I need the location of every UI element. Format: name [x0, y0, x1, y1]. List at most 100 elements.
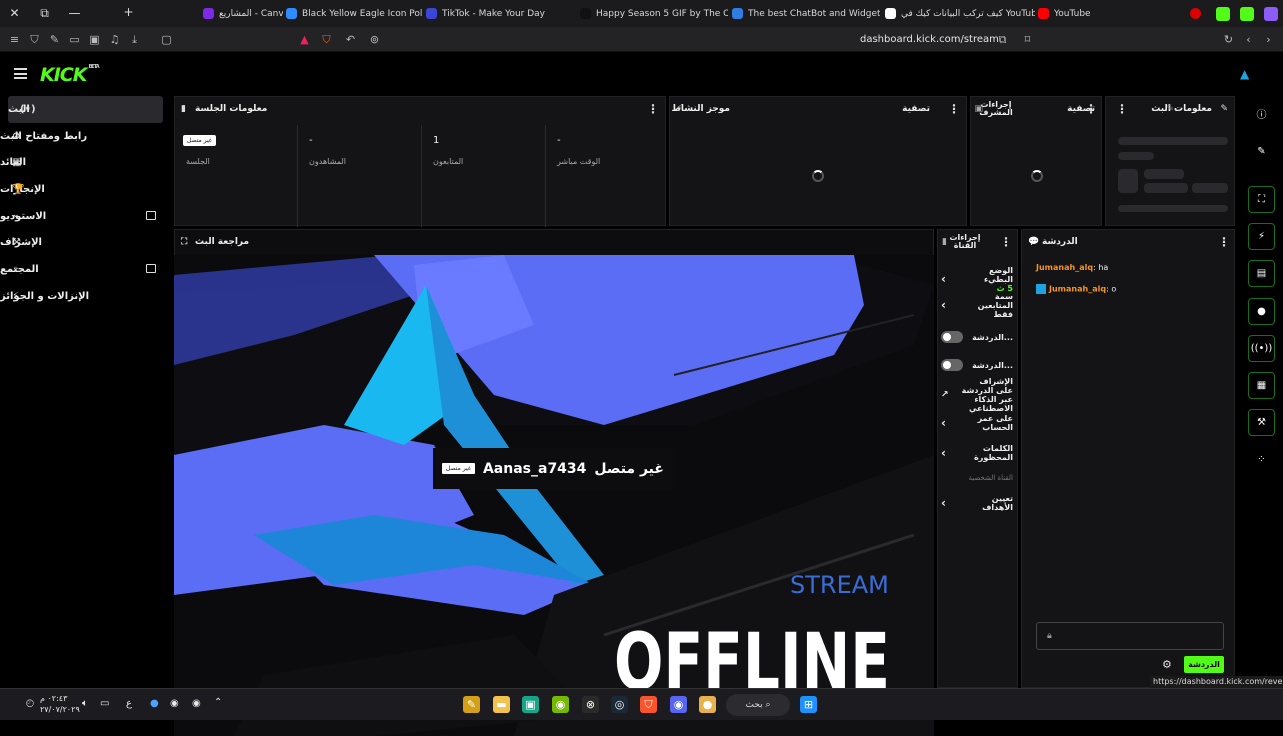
browser-tab[interactable]: المشاريع - Canva — [203, 5, 283, 22]
reload-icon[interactable]: ↻ — [1222, 33, 1235, 46]
new-tab-icon[interactable]: + — [114, 5, 143, 19]
app-icon-1[interactable]: ✎ — [463, 696, 480, 713]
channel-action-item[interactable]: ...الدردشة — [941, 358, 1013, 372]
brave-shield-icon[interactable]: ⛉ — [320, 33, 333, 46]
hamburger-menu-icon[interactable] — [14, 68, 27, 79]
more-options-icon[interactable]: ⋮ — [1000, 235, 1012, 249]
back-icon[interactable]: ↶ — [344, 33, 357, 46]
channel-action-item[interactable]: الوضع البطيء 5 ث › — [941, 266, 1013, 293]
channel-action-item[interactable]: على عمر الحساب › — [941, 414, 1013, 432]
discord-tray-icon[interactable]: ◉ — [170, 698, 179, 709]
more-options-icon[interactable]: ⋮ — [1218, 235, 1230, 249]
taskbar-search[interactable]: ⌕ بحث — [726, 694, 790, 716]
offline-badge: غير متصل — [183, 135, 216, 146]
share-nodes-icon[interactable]: ⁘ — [1248, 446, 1275, 473]
tab-grid-icon[interactable]: ⧉ — [30, 6, 59, 21]
address-bar[interactable]: dashboard.kick.com/stream — [860, 34, 999, 45]
brave-rewards-icon[interactable]: ▲ — [298, 33, 311, 46]
chat-username[interactable]: Jumanah_alq — [1036, 263, 1093, 272]
skeleton — [1118, 169, 1138, 193]
skeleton — [1118, 205, 1228, 212]
nav-back-icon[interactable]: ‹ — [1242, 33, 1255, 46]
discord-tray-icon-2[interactable]: ◉ — [192, 698, 201, 709]
vpn-icon[interactable]: ⊚ — [368, 33, 381, 46]
share-icon[interactable]: ⧉ — [996, 33, 1009, 46]
toggle-switch[interactable] — [941, 359, 963, 371]
minimize-icon[interactable]: — — [60, 6, 89, 20]
mic-icon[interactable]: ● — [150, 698, 159, 709]
more-options-icon[interactable]: ⋮ — [647, 102, 659, 116]
sidebar-item[interactable]: ⊘ رابط ومفتاح البث — [0, 123, 168, 150]
more-options-icon[interactable]: ⋮ — [948, 102, 960, 116]
browser-tab[interactable]: TikTok - Make Your Day — [426, 5, 546, 22]
more-options-icon[interactable]: ⋮ — [1085, 102, 1097, 116]
settings-gear-icon[interactable]: ⚙ — [1162, 658, 1172, 671]
chat-panel: 💬 الدردشة ⋮ 🔒︎ ⚙ الدردشة — [1021, 229, 1235, 688]
channel-action-item[interactable]: الكلمات المحظورة › — [941, 444, 1013, 462]
discord-icon[interactable]: ◉ — [670, 696, 687, 713]
bookmark-icon[interactable]: ⌑ — [1021, 33, 1034, 46]
language-indicator[interactable]: ع — [126, 698, 132, 709]
chat-username[interactable]: Jumanah_alq — [1049, 285, 1106, 294]
nav-forward-icon[interactable]: › — [1262, 33, 1275, 46]
tabs-icon[interactable]: ▭ — [68, 33, 81, 46]
youtube-icon[interactable] — [1190, 8, 1201, 19]
browser-tab[interactable]: Happy Season 5 GIF by The Office — [580, 5, 728, 22]
sidebar-item[interactable]: ▦ العائد — [0, 149, 168, 176]
wrench-icon[interactable]: ⚒ — [1248, 409, 1275, 436]
brave-browser-icon[interactable]: ⛉ — [640, 696, 657, 713]
layout-icon[interactable]: ▦ — [1248, 372, 1275, 399]
download-icon[interactable]: ⤓ — [128, 33, 141, 46]
file-explorer-icon[interactable]: ▬ — [493, 696, 510, 713]
channel-action-item[interactable]: سمة المتابعين فقط › — [941, 292, 1013, 319]
kick-extension-icon-2[interactable] — [1240, 7, 1254, 21]
browser-tab[interactable]: كيف تركب البيانات كيك في YouTube — [885, 5, 1035, 22]
edit-icon[interactable]: ✎ — [1166, 104, 1174, 114]
sidebar-item[interactable]: 🏆 الإنجازات — [0, 176, 168, 203]
lightning-icon[interactable]: ⚡ — [1248, 223, 1275, 250]
browser-tab[interactable]: The best ChatBot and Widgets for... — [732, 5, 880, 22]
channel-action-item[interactable]: تعيين الأهداف › — [941, 494, 1013, 512]
shield-icon[interactable]: ⛉ — [28, 33, 41, 46]
channel-action-item[interactable]: ...الدردشة — [941, 330, 1013, 344]
sidebar-item[interactable]: ⌄ الاستوديو — [0, 203, 168, 230]
steam-icon[interactable]: ◎ — [611, 696, 628, 713]
more-options-icon[interactable]: ⋮ — [1116, 102, 1128, 116]
broadcast-icon[interactable]: ((•)) — [1248, 335, 1275, 362]
channel-action-item[interactable]: الإشراف على الدردشة عبر الذكاء الاصطناعي… — [941, 377, 1013, 413]
chat-input[interactable]: 🔒︎ — [1036, 622, 1224, 650]
document-icon[interactable]: ▤ — [1248, 260, 1275, 287]
browser-tab[interactable]: YouTube — [1038, 5, 1100, 22]
extensions-icon[interactable]: ✎ — [48, 33, 61, 46]
xbox-icon[interactable]: ⊗ — [582, 696, 599, 713]
monitor-icon[interactable]: ▭ — [100, 698, 109, 709]
sidebar-item[interactable]: ⚡ الإنزالات و الجوائز — [0, 283, 168, 310]
chat-message: Jumanah_alq: ha — [1036, 263, 1109, 272]
filter-button[interactable]: تصفية — [902, 104, 930, 114]
profile-icon[interactable] — [1264, 7, 1278, 21]
browser-tab[interactable]: Black Yellow Eagle Icon Police Bu... — [286, 5, 422, 22]
screenshot-icon[interactable]: ▢ — [160, 33, 173, 46]
sidebar-item[interactable]: ⚒ الإشراف — [0, 229, 168, 256]
app-icon-3[interactable]: ▣ — [522, 696, 539, 713]
chat-bubble-icon[interactable]: ● — [1248, 298, 1275, 325]
close-window-icon[interactable]: ✕ — [0, 6, 29, 20]
music-icon[interactable]: ♫ — [108, 33, 121, 46]
sidebar-icon[interactable]: ▣ — [88, 33, 101, 46]
volume-icon[interactable]: 🔈︎ — [82, 698, 88, 709]
app-icon-9[interactable]: ● — [699, 696, 716, 713]
send-chat-button[interactable]: الدردشة — [1184, 656, 1224, 673]
screen-icon[interactable]: ⛶ — [1248, 186, 1275, 213]
kick-extension-icon[interactable] — [1216, 7, 1230, 21]
windows-start-icon[interactable]: ⊞ — [800, 696, 817, 713]
sidebar-item[interactable]: ⌄ المجتمع — [0, 256, 168, 283]
edit-icon[interactable]: ✎ — [1248, 138, 1275, 165]
user-avatar-icon[interactable]: ▲ — [1240, 67, 1249, 81]
nvidia-icon[interactable]: ◉ — [552, 696, 569, 713]
kick-logo[interactable]: KICK BETA — [40, 64, 100, 86]
menu-icon[interactable]: ≡ — [8, 33, 21, 46]
info-icon[interactable]: ⓘ — [1248, 100, 1275, 127]
toggle-switch[interactable] — [941, 331, 963, 343]
sidebar-item[interactable]: (•) البث — [8, 96, 163, 123]
tray-chevron-icon[interactable]: ⌃ — [214, 697, 222, 708]
